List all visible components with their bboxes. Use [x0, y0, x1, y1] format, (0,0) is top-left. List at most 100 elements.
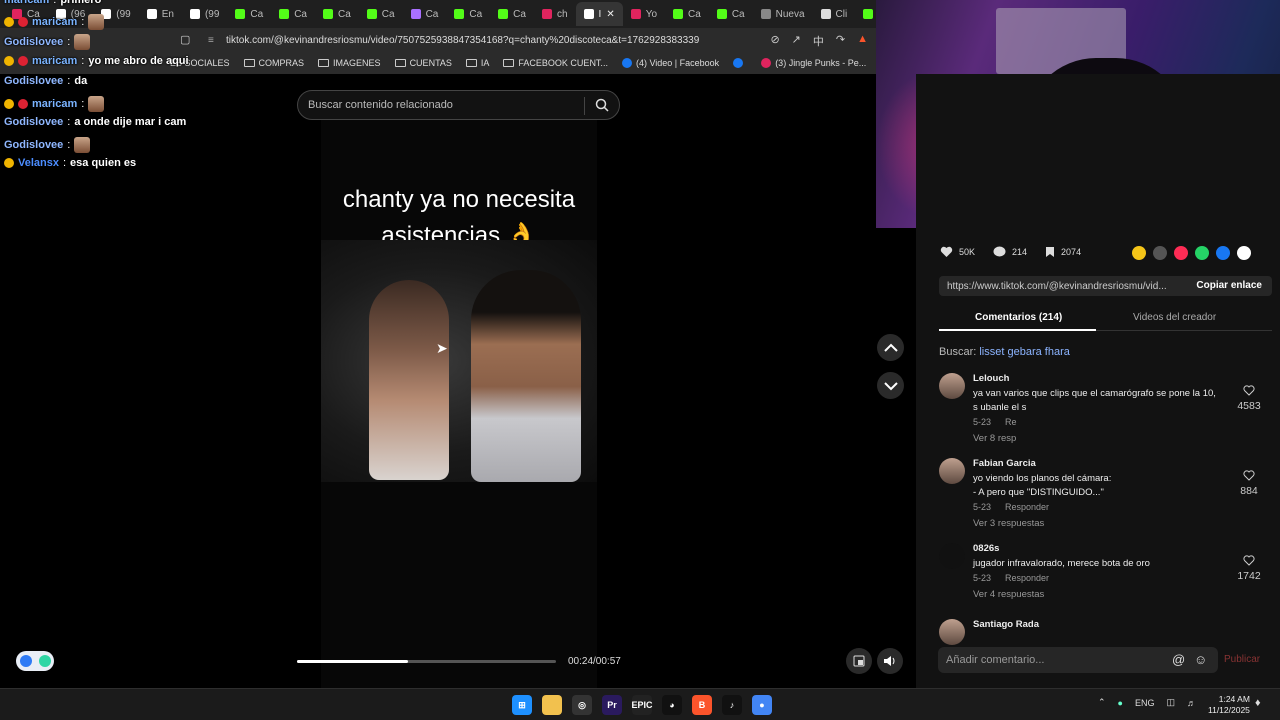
- chat-username[interactable]: maricam: [32, 16, 77, 28]
- browser-tab[interactable]: Ca: [315, 2, 359, 26]
- bookmark-item[interactable]: IMAGENES: [318, 58, 381, 68]
- no-tracking-icon[interactable]: ⊘: [770, 33, 779, 49]
- share-option-icon[interactable]: [1153, 246, 1167, 260]
- search-suggestion[interactable]: Buscar: lisset gebara fhara: [939, 346, 1070, 358]
- close-tab-icon[interactable]: ✕: [606, 9, 614, 20]
- avatar[interactable]: [939, 543, 965, 569]
- system-clock[interactable]: 1:24 AM 11/12/2025: [1208, 694, 1250, 716]
- tab-creator-videos[interactable]: Videos del creador: [1133, 312, 1216, 323]
- extension-icon-2[interactable]: [38, 655, 51, 667]
- bookmark-item[interactable]: (3) Jingle Punks - Pe...: [761, 58, 866, 68]
- share-icon[interactable]: ↷: [836, 33, 845, 49]
- view-replies-button[interactable]: Ver 4 respuestas: [973, 589, 1223, 600]
- microphone-icon[interactable]: ●: [1118, 698, 1123, 708]
- previous-video-button[interactable]: [877, 334, 904, 361]
- chrome-alt-icon[interactable]: ◕: [662, 695, 682, 715]
- tab-label: Yo: [645, 8, 658, 20]
- chat-username[interactable]: Godislovee: [4, 139, 63, 151]
- browser-tab[interactable]: I ✕: [575, 2, 623, 26]
- app-glyph: EPIC: [631, 700, 653, 710]
- network-icon[interactable]: ◫: [1167, 697, 1176, 708]
- file-explorer-icon[interactable]: [542, 695, 562, 715]
- pip-button[interactable]: [846, 648, 872, 674]
- chat-username[interactable]: maricam: [32, 98, 77, 110]
- browser-tab[interactable]: Nueva: [753, 2, 813, 26]
- browser-tab[interactable]: Ca: [446, 2, 490, 26]
- heart-outline-icon: [1243, 555, 1255, 566]
- browser-tab[interactable]: Cli: [813, 2, 856, 26]
- chat-username[interactable]: Godislovee: [4, 75, 63, 87]
- copy-link-button[interactable]: Copiar enlace: [1196, 280, 1262, 291]
- epic-games-icon[interactable]: EPIC: [631, 695, 653, 715]
- save-stat[interactable]: 2074: [1045, 246, 1081, 258]
- avatar[interactable]: [939, 373, 965, 399]
- browser-tab[interactable]: Yo: [623, 2, 665, 26]
- mention-icon[interactable]: @: [1172, 652, 1185, 667]
- share-option-icon[interactable]: [1174, 246, 1188, 260]
- comment-like-button[interactable]: 884: [1229, 470, 1269, 497]
- comment-author[interactable]: Santiago Rada: [973, 619, 1223, 630]
- next-video-button[interactable]: [877, 372, 904, 399]
- chat-username[interactable]: maricam: [32, 55, 77, 67]
- share-option-icon[interactable]: [1132, 246, 1146, 260]
- bookmark-item[interactable]: [733, 58, 747, 68]
- reply-button[interactable]: Re: [1005, 417, 1017, 427]
- related-search-box[interactable]: Buscar contenido relacionado: [297, 90, 620, 120]
- comment-like-button[interactable]: 4583: [1229, 385, 1269, 412]
- publish-button[interactable]: Publicar: [1224, 654, 1260, 665]
- video-player[interactable]: chanty ya no necesita asistencias 👌 ➤: [321, 120, 597, 688]
- translate-icon[interactable]: 中: [813, 33, 824, 49]
- view-replies-button[interactable]: Ver 3 respuestas: [973, 518, 1223, 529]
- chat-username[interactable]: maricam: [4, 0, 49, 6]
- obs-icon[interactable]: ◎: [572, 695, 592, 715]
- tab-comments[interactable]: Comentarios (214): [975, 312, 1062, 323]
- open-in-new-icon[interactable]: ↗: [792, 33, 801, 49]
- premiere-icon[interactable]: Pr: [602, 695, 622, 715]
- video-progress-bar[interactable]: [297, 660, 556, 663]
- share-option-icon[interactable]: [1237, 246, 1251, 260]
- speaker-icon[interactable]: ♬: [1187, 698, 1196, 708]
- comment-stat[interactable]: 214: [993, 246, 1027, 258]
- browser-tab[interactable]: Ca: [665, 2, 709, 26]
- browser-tab[interactable]: Ca: [709, 2, 753, 26]
- notification-bell-icon[interactable]: ♦: [1255, 697, 1261, 709]
- chrome-icon[interactable]: ●: [752, 695, 772, 715]
- reply-button[interactable]: Responder: [1005, 502, 1049, 512]
- search-suggestion-query[interactable]: lisset gebara fhara: [979, 346, 1070, 358]
- avatar[interactable]: [939, 619, 965, 645]
- chat-username[interactable]: Godislovee: [4, 36, 63, 48]
- chat-username[interactable]: Velansx: [18, 157, 59, 169]
- comment-input[interactable]: Añadir comentario... @ ☺: [938, 647, 1218, 673]
- language-indicator[interactable]: ENG: [1135, 698, 1155, 708]
- share-option-icon[interactable]: [1195, 246, 1209, 260]
- comment-author[interactable]: 0826s: [973, 543, 1223, 554]
- share-option-icon[interactable]: [1216, 246, 1230, 260]
- tray-overflow-icon[interactable]: ⌃: [1098, 697, 1106, 708]
- browser-tab[interactable]: Ca: [403, 2, 447, 26]
- bookmark-item[interactable]: CUENTAS: [394, 58, 452, 68]
- browser-tab[interactable]: Ca: [490, 2, 534, 26]
- avatar[interactable]: [939, 458, 965, 484]
- search-icon[interactable]: [595, 98, 609, 112]
- brave-shield-icon[interactable]: ▲: [857, 33, 868, 49]
- comment-like-button[interactable]: 1742: [1229, 555, 1269, 582]
- tiktok-icon[interactable]: ♪: [722, 695, 742, 715]
- reply-button[interactable]: Responder: [1005, 573, 1049, 583]
- comment-author[interactable]: Fabian Garcia: [973, 458, 1223, 469]
- extension-icon-1[interactable]: [19, 655, 32, 667]
- chat-username[interactable]: Godislovee: [4, 116, 63, 128]
- view-replies-button[interactable]: Ver 8 resp: [973, 433, 1223, 444]
- windows-start-icon[interactable]: ⊞: [512, 695, 532, 715]
- volume-button[interactable]: [877, 648, 903, 674]
- bookmark-item[interactable]: (4) Video | Facebook: [621, 58, 719, 68]
- browser-tab[interactable]: ch: [534, 2, 576, 26]
- mouse-cursor-icon: ➤: [436, 340, 448, 356]
- emoji-icon[interactable]: ☺: [1194, 652, 1207, 667]
- brave-icon[interactable]: B: [692, 695, 712, 715]
- browser-tab[interactable]: Ca: [359, 2, 403, 26]
- like-stat[interactable]: 50K: [940, 246, 975, 258]
- bookmark-item[interactable]: IA: [465, 58, 489, 68]
- bookmark-item[interactable]: FACEBOOK CUENT...: [503, 58, 608, 68]
- comment-author[interactable]: Lelouch: [973, 373, 1223, 384]
- extension-pill[interactable]: [16, 651, 54, 671]
